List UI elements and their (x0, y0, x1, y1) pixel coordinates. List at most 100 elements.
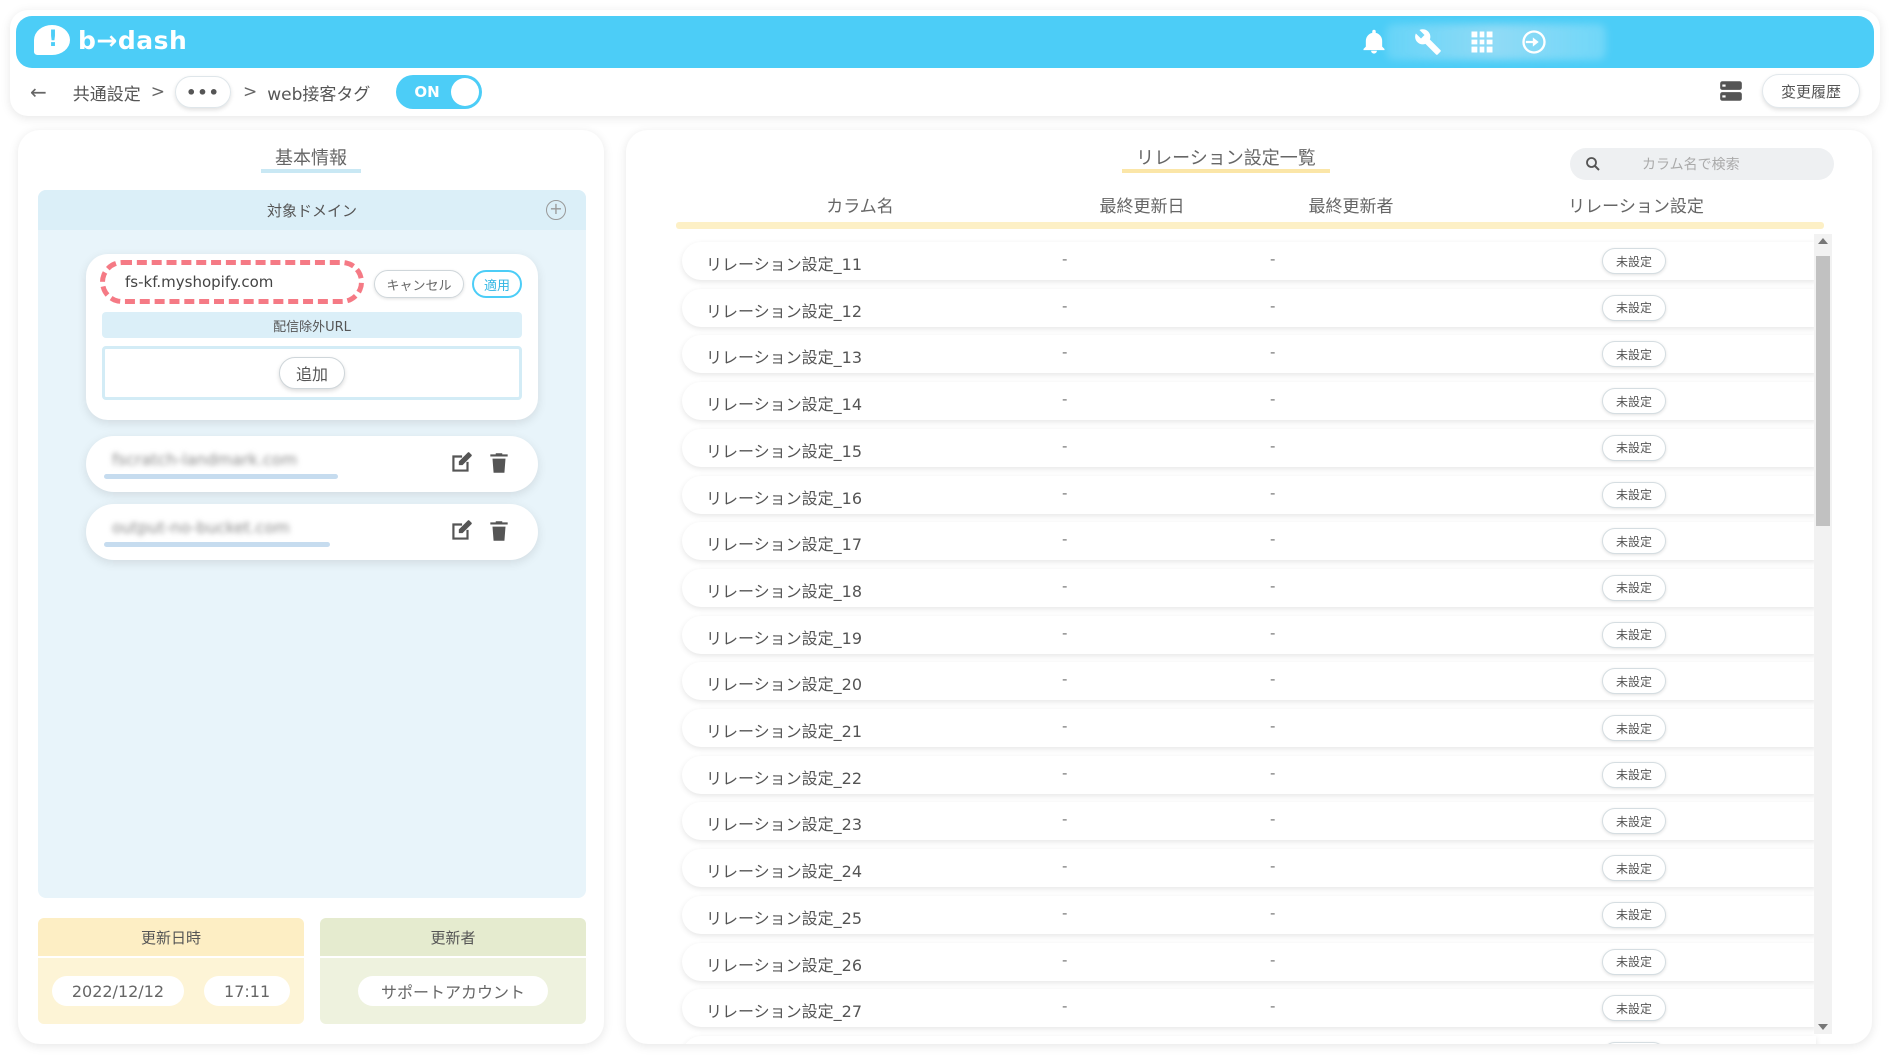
table-row[interactable]: リレーション設定_27 - - 未設定 (682, 989, 1816, 1028)
exclude-url-box: 追加 (102, 346, 522, 400)
table-row[interactable]: リレーション設定_16 - - 未設定 (682, 475, 1816, 514)
updated-by-cell: - (1270, 950, 1276, 969)
table-row[interactable]: リレーション設定_23 - - 未設定 (682, 802, 1816, 841)
relation-status-button[interactable] (1602, 1041, 1666, 1044)
table-row[interactable]: リレーション設定_13 - - 未設定 (682, 335, 1816, 374)
relation-status-button[interactable]: 未設定 (1602, 855, 1666, 882)
relation-status-button[interactable]: 未設定 (1602, 341, 1666, 368)
table-row[interactable] (682, 1035, 1816, 1044)
scroll-thumb[interactable] (1816, 256, 1830, 526)
list-view-icon[interactable] (1718, 78, 1744, 104)
relation-status-button[interactable]: 未設定 (1602, 948, 1666, 975)
relation-name: リレーション設定_19 (706, 628, 863, 648)
relation-status-button[interactable]: 未設定 (1602, 294, 1666, 321)
relation-name: リレーション設定_25 (706, 908, 863, 928)
updated-date-cell: - (1062, 296, 1068, 315)
back-arrow-icon[interactable]: ← (30, 80, 47, 104)
updated-by-cell: - (1270, 296, 1276, 315)
relation-status-button[interactable]: 未設定 (1602, 808, 1666, 835)
updated-by-cell: - (1270, 810, 1276, 829)
relation-status-button[interactable]: 未設定 (1602, 668, 1666, 695)
exclude-url-label: 配信除外URL (102, 312, 522, 338)
domain-list-item: output-no-bucket.com (86, 504, 538, 560)
domain-list-item: fscratch-landmark.com (86, 436, 538, 492)
breadcrumb-ellipsis-button[interactable]: ••• (175, 76, 232, 108)
relation-status-button[interactable]: 未設定 (1602, 621, 1666, 648)
add-exclude-url-button[interactable]: 追加 (279, 357, 345, 389)
relation-status-button[interactable]: 未設定 (1602, 761, 1666, 788)
breadcrumb-item-common-settings[interactable]: 共通設定 (73, 80, 141, 105)
relation-status-button[interactable]: 未設定 (1602, 481, 1666, 508)
updated-date-cell: - (1062, 717, 1068, 735)
updated-date-cell: - (1062, 810, 1068, 829)
relation-status-button[interactable]: 未設定 (1602, 574, 1666, 601)
logout-icon[interactable] (1518, 26, 1550, 58)
domain-input[interactable]: fs-kf.myshopify.com (100, 260, 364, 304)
relation-name: リレーション設定_26 (706, 955, 863, 975)
relation-status-button[interactable]: 未設定 (1602, 715, 1666, 741)
relation-table-body: リレーション設定_11- - 未設定 リレーション設定_12- - 未設定 リレーション設定… (626, 234, 1826, 1044)
trash-icon[interactable] (486, 518, 512, 544)
wrench-icon[interactable] (1412, 26, 1444, 58)
breadcrumb-item-web-tag: web接客タグ (267, 84, 371, 105)
relation-name: リレーション設定_13 (706, 348, 863, 368)
breadcrumb-separator: > (150, 82, 166, 102)
relation-name: リレーション設定_11 (706, 255, 863, 274)
updated-date-cell: - (1062, 857, 1068, 876)
scroll-up-arrow-icon[interactable] (1818, 238, 1828, 244)
domain-name-blurred: fscratch-landmark.com (112, 450, 298, 469)
updated-by-cell: - (1270, 857, 1276, 876)
table-scrollbar[interactable] (1814, 234, 1832, 1034)
relation-status-button[interactable]: 未設定 (1602, 248, 1666, 274)
change-history-button[interactable]: 変更履歴 (1762, 74, 1860, 108)
web-tag-toggle[interactable]: ON (396, 75, 483, 109)
table-row[interactable]: リレーション設定_22 - - 未設定 (682, 755, 1816, 794)
edit-icon[interactable] (448, 450, 474, 476)
table-row[interactable]: リレーション設定_18 - - 未設定 (682, 568, 1816, 607)
target-domain-area: 対象ドメイン + fs-kf.myshopify.com キャンセル 適用 配信… (38, 190, 586, 898)
table-row[interactable]: リレーション設定_12 - - 未設定 (682, 288, 1816, 327)
updated-by-cell: - (1270, 670, 1276, 689)
updated-date: 2022/12/12 (51, 976, 185, 1006)
table-row[interactable]: リレーション設定_24 - - 未設定 (682, 849, 1816, 888)
basic-info-panel: 基本情報 対象ドメイン + fs-kf.myshopify.com キャンセル … (18, 130, 604, 1044)
updated-date-cell: - (1062, 997, 1068, 1016)
table-row[interactable]: リレーション設定_25 - - 未設定 (682, 895, 1816, 934)
updated-by-cell: - (1270, 623, 1276, 642)
table-row[interactable]: リレーション設定_14 - - 未設定 (682, 382, 1816, 421)
add-domain-icon[interactable]: + (546, 200, 566, 220)
search-placeholder: カラム名で検索 (1642, 157, 1740, 173)
column-header-name: カラム名 (826, 197, 894, 217)
trash-icon[interactable] (486, 450, 512, 476)
updated-date-cell: - (1062, 436, 1068, 455)
table-row[interactable]: リレーション設定_21 - - 未設定 (682, 709, 1816, 747)
table-row[interactable]: リレーション設定_19 - - 未設定 (682, 615, 1816, 654)
table-row[interactable]: リレーション設定_15 - - 未設定 (682, 428, 1816, 467)
updated-time: 17:11 (204, 976, 291, 1006)
app-logo[interactable]: b→dash (34, 25, 187, 55)
apps-grid-icon[interactable] (1466, 26, 1498, 58)
column-search-input[interactable]: カラム名で検索 (1570, 148, 1834, 180)
scroll-down-arrow-icon[interactable] (1818, 1024, 1828, 1030)
cancel-button[interactable]: キャンセル (374, 270, 464, 298)
domain-underline (104, 542, 330, 547)
apply-button[interactable]: 適用 (472, 270, 522, 298)
bell-icon[interactable] (1358, 26, 1390, 58)
updated-date-cell: - (1062, 483, 1068, 502)
updater-header: 更新者 (320, 918, 586, 956)
updated-date-cell: - (1062, 390, 1068, 409)
table-row[interactable]: リレーション設定_20 - - 未設定 (682, 662, 1816, 701)
relation-settings-panel: リレーション設定一覧 カラム名で検索 カラム名 最終更新日 最終更新者 リレーシ… (626, 130, 1872, 1044)
relation-name: リレーション設定_15 (706, 441, 863, 461)
toggle-label: ON (414, 83, 440, 101)
relation-status-button[interactable]: 未設定 (1602, 528, 1666, 555)
table-row[interactable]: リレーション設定_26 - - 未設定 (682, 942, 1816, 981)
updated-at-header: 更新日時 (38, 918, 304, 956)
table-row[interactable]: リレーション設定_17 - - 未設定 (682, 522, 1816, 561)
edit-icon[interactable] (448, 518, 474, 544)
relation-status-button[interactable]: 未設定 (1602, 995, 1666, 1022)
relation-status-button[interactable]: 未設定 (1602, 388, 1666, 415)
table-row[interactable]: リレーション設定_11 - - 未設定 (682, 242, 1816, 280)
relation-status-button[interactable]: 未設定 (1602, 901, 1666, 928)
relation-status-button[interactable]: 未設定 (1602, 434, 1666, 461)
